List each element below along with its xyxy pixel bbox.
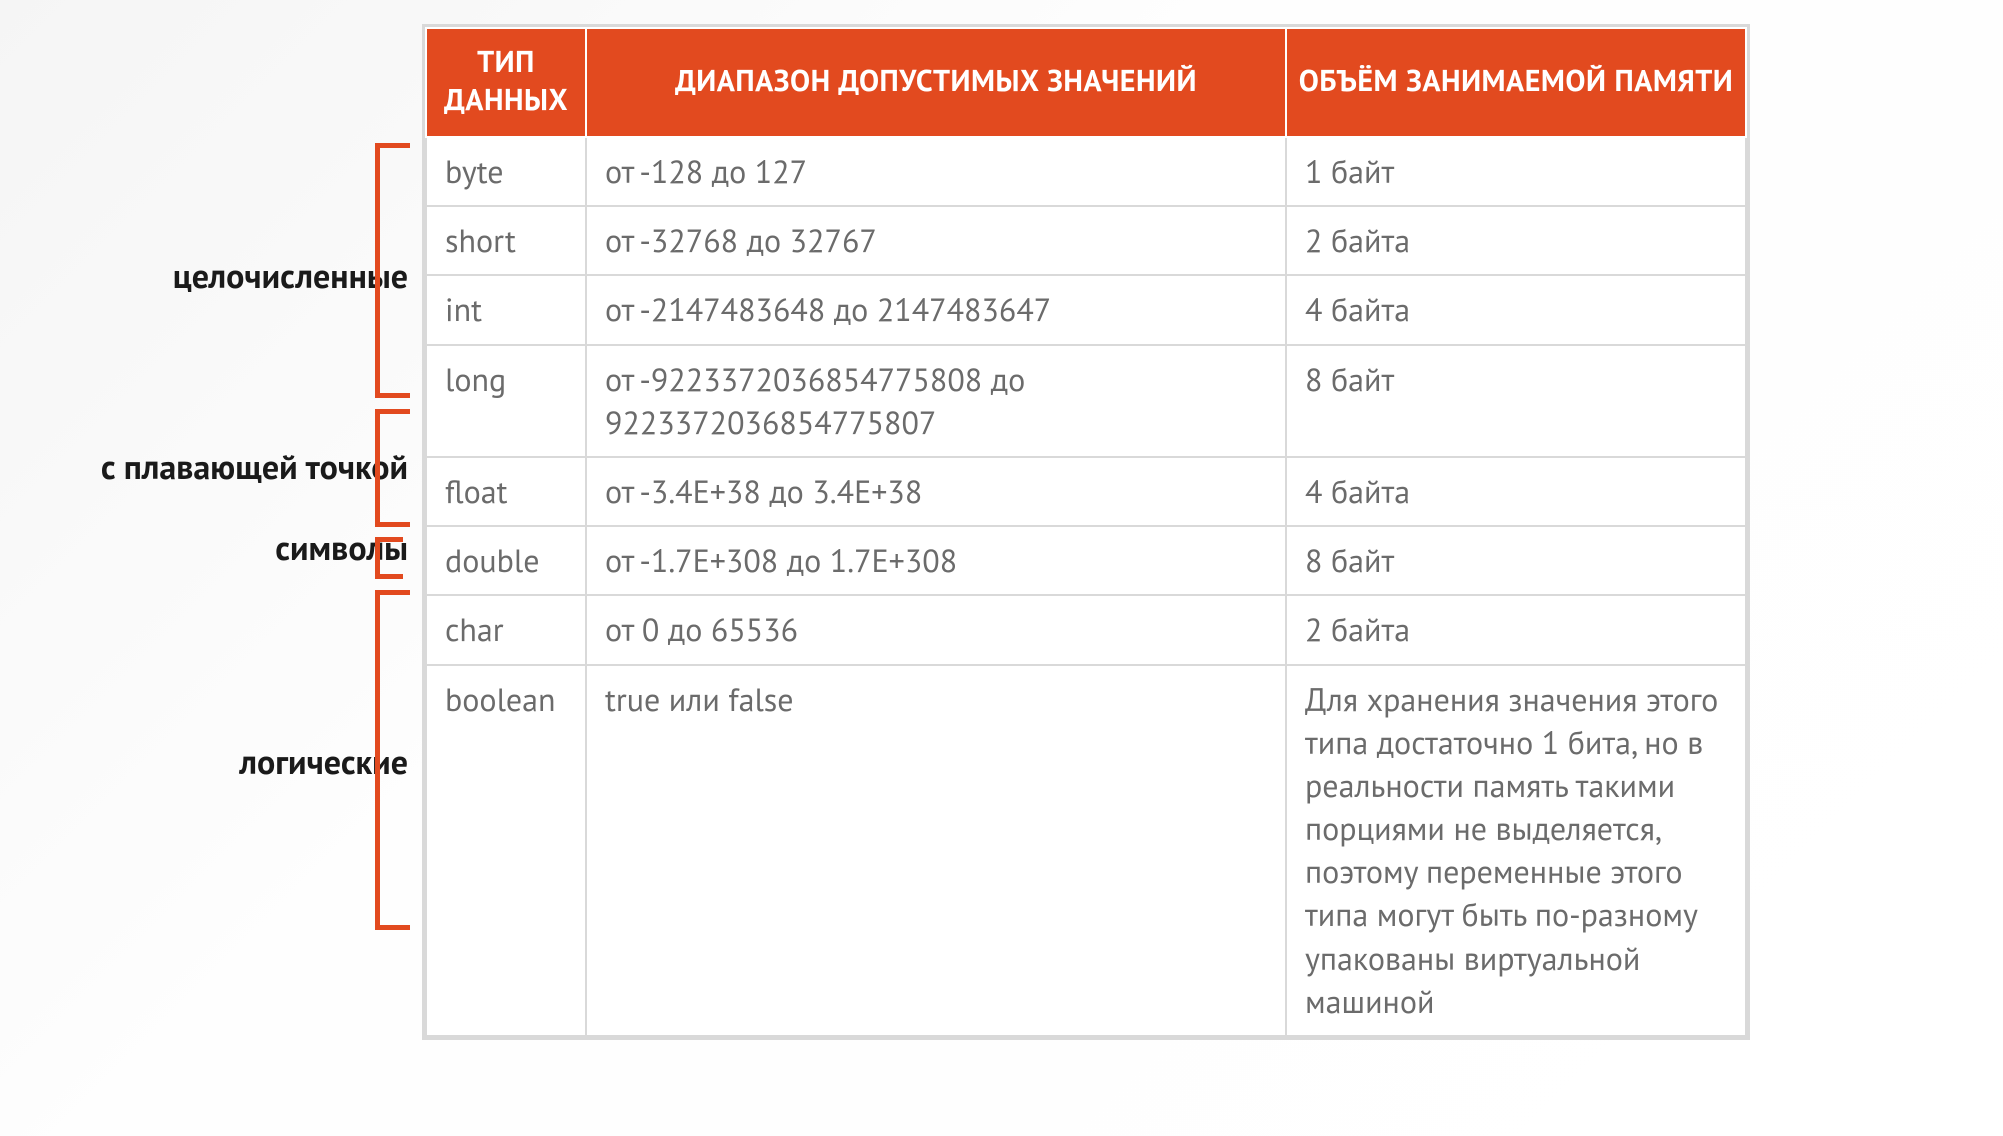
- cell-memory: Для хранения значения этого типа достато…: [1286, 665, 1746, 1037]
- bracket-chars: [375, 537, 403, 579]
- cell-range: true или false: [586, 665, 1286, 1037]
- group-label-integer: целочисленные: [173, 254, 408, 298]
- cell-memory: 4 байта: [1286, 457, 1746, 526]
- bracket-floating: [375, 409, 410, 527]
- cell-range: от -9223372036854775808 до 9223372036854…: [586, 345, 1286, 457]
- table-row: double от -1.7E+308 до 1.7E+308 8 байт: [426, 526, 1746, 595]
- cell-memory: 8 байт: [1286, 526, 1746, 595]
- table-row: short от -32768 до 32767 2 байта: [426, 206, 1746, 275]
- bracket-integer: [375, 143, 410, 398]
- table-row: boolean true или false Для хранения знач…: [426, 665, 1746, 1037]
- cell-range: от -128 до 127: [586, 137, 1286, 206]
- group-label-floating: с плавающей точкой: [101, 445, 408, 489]
- table-row: char от 0 до 65536 2 байта: [426, 595, 1746, 664]
- table-row: byte от -128 до 127 1 байт: [426, 137, 1746, 206]
- table-header-row: ТИП ДАННЫХ ДИАПАЗОН ДОПУСТИМЫХ ЗНАЧЕНИЙ …: [426, 28, 1746, 137]
- cell-memory: 8 байт: [1286, 345, 1746, 457]
- cell-type: float: [426, 457, 586, 526]
- cell-memory: 2 байта: [1286, 206, 1746, 275]
- table-row: float от -3.4E+38 до 3.4E+38 4 байта: [426, 457, 1746, 526]
- table-row: long от -9223372036854775808 до 92233720…: [426, 345, 1746, 457]
- cell-range: от -3.4E+38 до 3.4E+38: [586, 457, 1286, 526]
- cell-type: short: [426, 206, 586, 275]
- cell-type: int: [426, 275, 586, 344]
- cell-type: boolean: [426, 665, 586, 1037]
- cell-type: byte: [426, 137, 586, 206]
- cell-memory: 2 байта: [1286, 595, 1746, 664]
- cell-type: char: [426, 595, 586, 664]
- datatype-table: ТИП ДАННЫХ ДИАПАЗОН ДОПУСТИМЫХ ЗНАЧЕНИЙ …: [425, 27, 1747, 1037]
- bracket-logical: [375, 590, 410, 930]
- col-header-memory: ОБЪЁМ ЗАНИМАЕМОЙ ПАМЯТИ: [1286, 28, 1746, 137]
- cell-range: от 0 до 65536: [586, 595, 1286, 664]
- cell-memory: 1 байт: [1286, 137, 1746, 206]
- cell-memory: 4 байта: [1286, 275, 1746, 344]
- cell-type: double: [426, 526, 586, 595]
- datatype-table-wrap: ТИП ДАННЫХ ДИАПАЗОН ДОПУСТИМЫХ ЗНАЧЕНИЙ …: [422, 24, 1750, 1040]
- cell-range: от -2147483648 до 2147483647: [586, 275, 1286, 344]
- col-header-type: ТИП ДАННЫХ: [426, 28, 586, 137]
- table-row: int от -2147483648 до 2147483647 4 байта: [426, 275, 1746, 344]
- cell-type: long: [426, 345, 586, 457]
- cell-range: от -32768 до 32767: [586, 206, 1286, 275]
- slide: целочисленные с плавающей точкой символы…: [0, 0, 2003, 1136]
- cell-range: от -1.7E+308 до 1.7E+308: [586, 526, 1286, 595]
- col-header-range: ДИАПАЗОН ДОПУСТИМЫХ ЗНАЧЕНИЙ: [586, 28, 1286, 137]
